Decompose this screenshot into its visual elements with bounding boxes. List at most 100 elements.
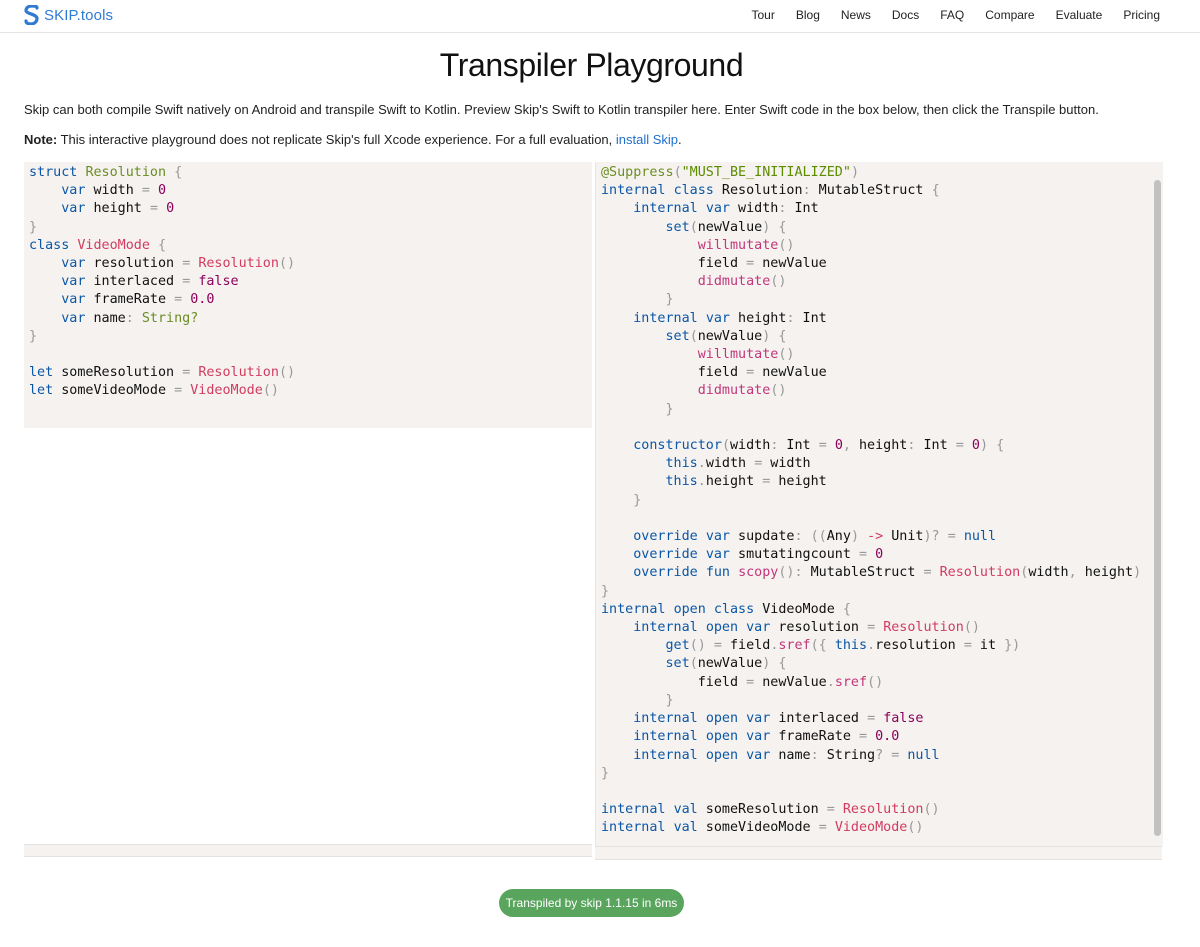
nav-tour-link[interactable]: Tour <box>752 8 775 22</box>
code-token: class <box>673 183 714 199</box>
code-token: var <box>746 620 771 636</box>
main-nav: Tour Blog News Docs FAQ Compare Evaluate… <box>731 8 1161 22</box>
code-token: : <box>786 310 795 326</box>
code-token: newValue <box>754 365 827 381</box>
code-token: sref <box>834 674 868 690</box>
code-token: interlaced <box>770 711 868 727</box>
code-token: get <box>665 638 690 654</box>
code-token: = <box>859 729 868 745</box>
code-token: Resolution <box>842 802 924 818</box>
code-token: { <box>778 219 787 235</box>
code-line: didmutate() <box>601 382 1163 400</box>
code-token: } <box>633 492 642 508</box>
code-token: Resolution <box>883 620 964 636</box>
code-token: Int <box>778 438 819 454</box>
code-line: } <box>601 291 1163 309</box>
nav-compare-link[interactable]: Compare <box>985 8 1034 22</box>
code-line: var resolution = Resolution() <box>29 255 592 273</box>
code-token: = <box>818 438 827 454</box>
code-token: () <box>278 365 296 381</box>
code-token: newValue <box>697 328 763 344</box>
code-line: override fun scopy(): MutableStruct = Re… <box>601 564 1163 582</box>
code-line: this.width = width <box>601 455 1163 473</box>
code-token: = <box>174 383 183 399</box>
code-token: width <box>730 201 779 217</box>
code-token: var <box>746 729 771 745</box>
code-line: constructor(width: Int = 0, height: Int … <box>601 437 1163 455</box>
code-token: = <box>818 820 827 836</box>
code-token: didmutate <box>697 274 771 290</box>
code-token: = <box>867 711 876 727</box>
kotlin-scrollbar[interactable] <box>1154 180 1161 836</box>
code-token: field <box>601 256 747 272</box>
code-token: )? <box>923 529 940 545</box>
code-token: ( <box>689 328 698 344</box>
code-token: willmutate <box>697 347 779 363</box>
code-token: ({ <box>810 638 827 654</box>
code-token: internal <box>601 601 666 617</box>
code-line: } <box>29 219 592 237</box>
code-line: } <box>601 401 1163 419</box>
swift-code[interactable]: struct Resolution { var width = 0 var he… <box>24 162 592 401</box>
code-line: internal open class VideoMode { <box>601 601 1163 619</box>
code-token: var <box>746 747 771 763</box>
code-token: didmutate <box>697 383 771 399</box>
brand-logo[interactable]: SKIP.tools <box>24 5 113 25</box>
code-token: let <box>29 383 54 399</box>
code-line: override var supdate: ((Any) -> Unit)? =… <box>601 528 1163 546</box>
code-token: { <box>778 656 787 672</box>
code-token: Any <box>826 529 851 545</box>
nav-pricing-link[interactable]: Pricing <box>1123 8 1160 22</box>
nav-faq-link[interactable]: FAQ <box>940 8 964 22</box>
nav-news-link[interactable]: News <box>841 8 871 22</box>
code-line: } <box>601 692 1163 710</box>
code-line: field = newValue <box>601 255 1163 273</box>
code-token: 0.0 <box>875 729 900 745</box>
code-token: () <box>778 347 795 363</box>
kotlin-output-resize-bar[interactable] <box>595 846 1162 860</box>
code-token: = <box>859 547 868 563</box>
code-token: { <box>842 601 851 617</box>
code-token: internal <box>633 620 698 636</box>
note-label: Note: <box>24 132 58 147</box>
code-token: interlaced <box>85 274 183 290</box>
code-token: Int <box>786 201 819 217</box>
nav-docs-link[interactable]: Docs <box>892 8 919 22</box>
code-token: 0 <box>834 438 843 454</box>
nav-evaluate-link[interactable]: Evaluate <box>1056 8 1103 22</box>
swift-code-editor[interactable]: struct Resolution { var width = 0 var he… <box>24 162 592 428</box>
transpile-status-badge: Transpiled by skip 1.1.15 in 6ms <box>499 889 684 917</box>
code-token: override <box>633 547 698 563</box>
code-line: set(newValue) { <box>601 328 1163 346</box>
code-token: newValue <box>697 219 763 235</box>
code-token: () <box>262 383 279 399</box>
swift-editor-resize-bar[interactable] <box>24 844 592 857</box>
code-token: var <box>746 711 771 727</box>
code-line: internal open var name: String? = null <box>601 747 1163 765</box>
code-token: var <box>705 201 730 217</box>
code-token: ? <box>875 747 884 763</box>
code-line: this.height = height <box>601 473 1163 491</box>
nav-blog-link[interactable]: Blog <box>796 8 820 22</box>
code-token: open <box>673 601 706 617</box>
code-token: } <box>665 292 674 308</box>
install-skip-link[interactable]: install Skip <box>616 132 678 147</box>
code-line: } <box>29 328 592 346</box>
